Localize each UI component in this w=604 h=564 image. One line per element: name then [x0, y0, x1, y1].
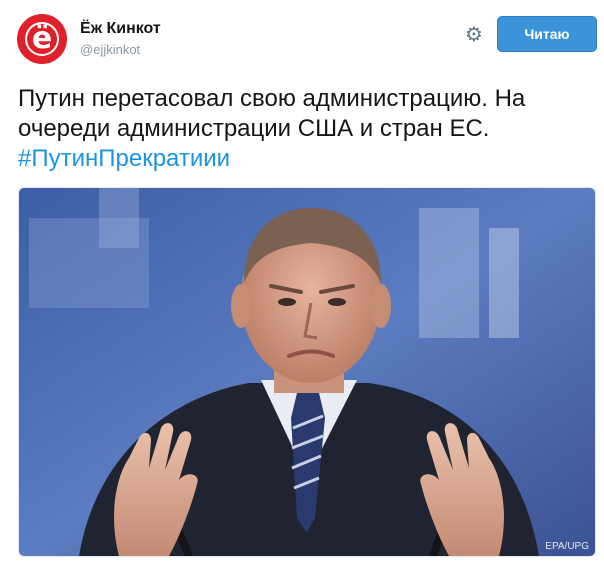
avatar[interactable]: ё: [17, 14, 67, 64]
hashtag-link[interactable]: #ПутинПрекратиии: [18, 144, 596, 174]
author-name[interactable]: Ёж Кинкот: [80, 20, 161, 38]
photo-image: [19, 188, 595, 556]
tweet-text: Путин перетасовал свою администрацию. На…: [18, 84, 596, 174]
gear-icon[interactable]: ⚙: [462, 22, 486, 46]
tweet-photo[interactable]: EPA/UPG: [18, 187, 596, 557]
tweet-header: ё Ёж Кинкот @ejjkinkot ⚙ Читаю: [0, 0, 604, 70]
avatar-letter: ё: [31, 21, 53, 56]
follow-button[interactable]: Читаю: [497, 16, 597, 52]
tweet-body: Путин перетасовал свою администрацию. На…: [18, 85, 526, 142]
author-handle[interactable]: @ejjkinkot: [80, 42, 140, 57]
photo-credit: EPA/UPG: [545, 541, 589, 552]
